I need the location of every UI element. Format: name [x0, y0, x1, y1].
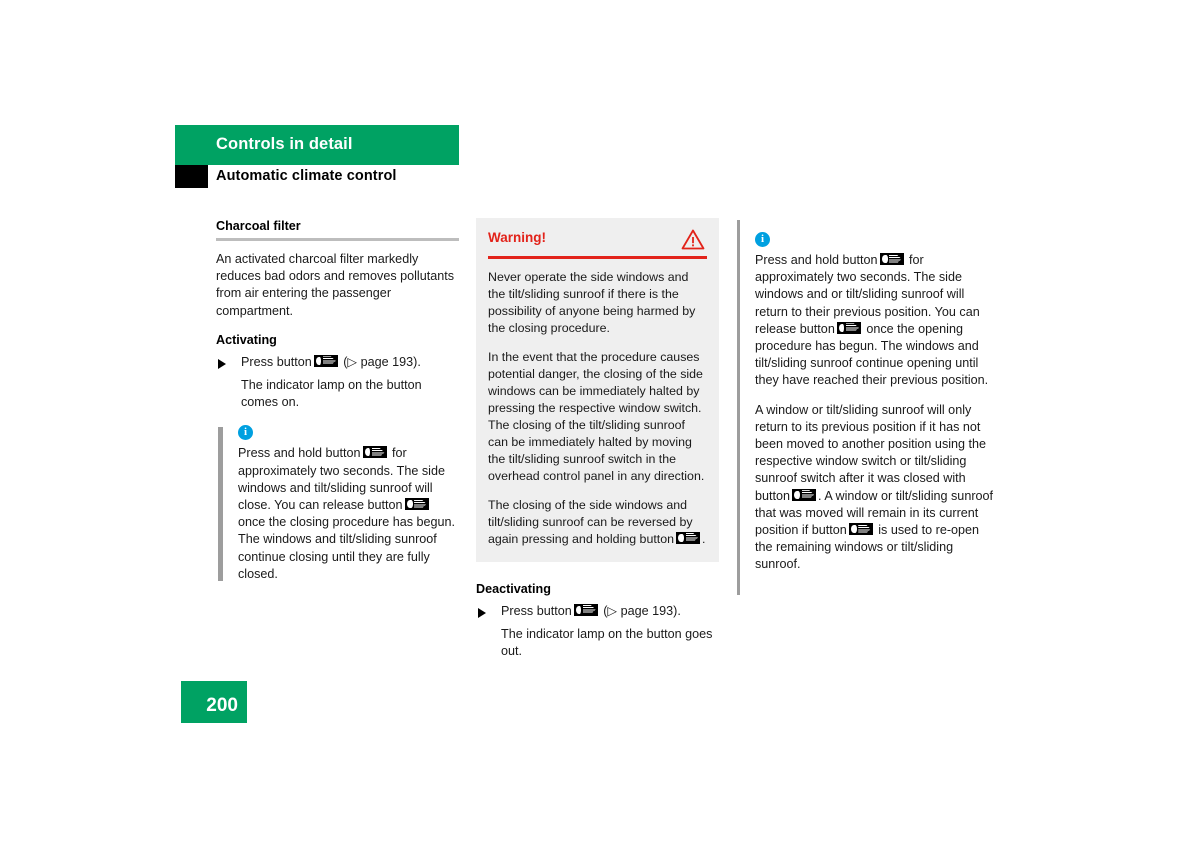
- note-part3: once the closing procedure has begun. Th…: [238, 515, 456, 581]
- window-open-button-icon: [792, 488, 817, 501]
- page-header: Controls in detail Automatic climate con…: [175, 125, 459, 189]
- section-header-row: Automatic climate control: [175, 165, 459, 189]
- window-close-button-icon: [362, 446, 387, 459]
- window-open-button-icon: [676, 531, 701, 544]
- manual-page: Controls in detail Automatic climate con…: [0, 0, 1200, 848]
- content-column-3: i Press and hold button for approximatel…: [755, 218, 995, 586]
- window-open-button-icon: [879, 253, 904, 265]
- note-part1: Press and hold button: [755, 253, 878, 267]
- bullet-triangle-icon: [478, 607, 486, 618]
- page-number-badge: 200: [181, 681, 247, 723]
- deactivating-step-result: The indicator lamp on the button goes ou…: [501, 626, 713, 658]
- column-divider: [737, 220, 740, 595]
- bullet-triangle-icon: [218, 358, 226, 369]
- activating-step-suffix: (▷ page 193).: [343, 354, 421, 369]
- column1-intro-paragraph: An activated charcoal filter markedly re…: [216, 252, 455, 318]
- column3-paragraph: A window or tilt/sliding sunroof will on…: [755, 402, 995, 574]
- deactivating-heading: Deactivating: [476, 581, 551, 596]
- warning-paragraph-1: Never operate the side windows and the t…: [488, 269, 696, 335]
- warning-paragraph-2: In the event that the procedure causes p…: [488, 349, 705, 483]
- activating-heading: Activating: [216, 332, 277, 347]
- window-open-button-icon: [404, 498, 429, 511]
- content-column-2: Warning! Never operate the side windows …: [476, 218, 719, 660]
- note-part1: Press and hold button: [238, 446, 361, 461]
- warning-p3-part2: .: [702, 531, 706, 546]
- info-icon: i: [238, 425, 253, 441]
- warning-paragraph-3: The closing of the side windows and tilt…: [488, 497, 707, 548]
- chapter-banner: Controls in detail: [175, 125, 459, 165]
- column1-note-text: Press and hold button for approximately …: [238, 445, 459, 583]
- column3-note-text: Press and hold button for approximately …: [755, 252, 995, 390]
- column1-heading: Charcoal filter: [216, 219, 301, 233]
- column3-info-note: i Press and hold button for approximatel…: [755, 232, 995, 390]
- activating-step: Press button (▷ page 193).: [216, 354, 459, 371]
- section-title: Automatic climate control: [216, 168, 397, 184]
- warning-box: Warning! Never operate the side windows …: [476, 218, 719, 562]
- page-number: 200: [206, 695, 238, 716]
- note-side-bar: [218, 427, 223, 582]
- activating-step-result: The indicator lamp on the button comes o…: [241, 378, 422, 410]
- paragraph-part1: A window or tilt/sliding sunroof will on…: [755, 402, 987, 503]
- deactivating-step-prefix: Press button: [501, 603, 572, 618]
- window-close-button-icon: [573, 603, 598, 616]
- warning-triangle-icon: [681, 229, 705, 250]
- info-icon: i: [755, 232, 770, 247]
- window-close-button-icon: [313, 354, 338, 367]
- window-open-button-icon: [848, 523, 873, 536]
- deactivating-step-suffix: (▷ page 193).: [603, 603, 681, 618]
- window-close-button-icon: [836, 321, 861, 334]
- activating-step-prefix: Press button: [241, 354, 312, 369]
- column1-info-note: i Press and hold button for approximatel…: [216, 425, 459, 583]
- warning-header: Warning!: [488, 229, 707, 256]
- chapter-title: Controls in detail: [216, 135, 353, 153]
- section-marker-square: [175, 165, 208, 188]
- heading-rule: [216, 238, 459, 241]
- warning-title: Warning!: [488, 230, 546, 245]
- deactivating-step: Press button (▷ page 193).: [476, 603, 719, 620]
- content-column-1: Charcoal filter An activated charcoal fi…: [216, 218, 459, 583]
- warning-rule: [488, 256, 707, 259]
- warning-p3-part1: The closing of the side windows and tilt…: [488, 497, 693, 546]
